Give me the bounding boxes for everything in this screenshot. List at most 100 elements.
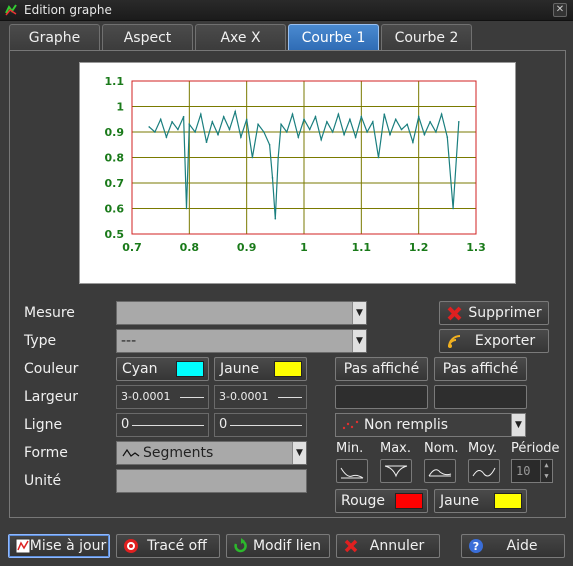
data-point <box>400 128 403 131</box>
nom-curve-icon <box>428 469 452 477</box>
min-curve-icon <box>340 467 364 479</box>
data-point <box>372 121 374 123</box>
y-tick-label: 1 <box>116 101 124 114</box>
chevron-down-icon: ▼ <box>352 302 366 324</box>
tab-axe-x[interactable]: Axe X <box>195 24 286 50</box>
data-point <box>268 144 271 146</box>
data-point <box>308 128 311 131</box>
max-header: Max. <box>380 441 412 456</box>
data-point <box>182 115 185 118</box>
forme-value: Segments <box>143 445 214 461</box>
tab-aspect[interactable]: Aspect <box>102 24 193 50</box>
modif-lien-button[interactable]: Modif lien <box>226 534 330 558</box>
close-icon[interactable]: ✕ <box>553 3 567 17</box>
rouge-button[interactable]: Rouge <box>335 489 428 513</box>
x-tick-label: 1 <box>300 241 308 254</box>
data-point <box>406 123 409 126</box>
max-button[interactable] <box>380 459 412 483</box>
tab-courbe-1[interactable]: Courbe 1 <box>288 24 379 50</box>
data-point <box>417 115 420 118</box>
data-point <box>251 156 254 159</box>
jaune-name: Jaune <box>440 493 480 509</box>
data-point <box>222 115 225 118</box>
remplissage-combo[interactable]: Non remplis ▼ <box>335 413 526 437</box>
annuler-label: Annuler <box>369 538 425 554</box>
data-point <box>228 128 231 131</box>
data-point <box>165 136 168 138</box>
largeur-1-field[interactable]: 3-0.0001 <box>116 385 209 409</box>
couleur-1-swatch <box>176 361 204 377</box>
data-point <box>194 131 196 133</box>
tab-courbe-2[interactable]: Courbe 2 <box>381 24 472 50</box>
x-tick-label: 0.8 <box>180 241 200 254</box>
periode-spinbox[interactable]: 10 ▲ ▼ <box>511 459 553 483</box>
data-point <box>360 115 363 118</box>
min-button[interactable] <box>336 459 368 483</box>
unite-input[interactable] <box>116 469 307 493</box>
chevron-down-icon: ▼ <box>352 330 366 352</box>
mise-a-jour-label: Mise à jour <box>29 538 107 554</box>
max-curve-icon <box>384 465 408 478</box>
rouge-swatch <box>395 493 423 509</box>
data-point <box>154 131 156 133</box>
couleur-1-button[interactable]: Cyan <box>116 357 209 381</box>
empty-button-1[interactable] <box>335 385 428 409</box>
data-point <box>277 156 279 159</box>
data-point <box>337 113 340 115</box>
data-point <box>303 118 305 121</box>
supprimer-button[interactable]: Supprimer <box>439 301 549 325</box>
mesure-combo[interactable]: ▼ <box>116 301 367 325</box>
nom-button[interactable] <box>424 459 456 483</box>
ligne-label: Ligne <box>24 417 63 433</box>
fill-dots-icon <box>342 420 359 430</box>
data-point <box>326 121 328 123</box>
mise-a-jour-button[interactable]: Mise à jour <box>8 534 110 558</box>
data-point <box>245 118 248 121</box>
ligne-1-field[interactable]: 0 <box>116 413 209 437</box>
data-point <box>343 133 345 136</box>
trace-off-button[interactable]: Tracé off <box>116 534 220 558</box>
couleur-2-button[interactable]: Jaune <box>214 357 307 381</box>
type-combo[interactable]: --- ▼ <box>116 329 367 353</box>
data-point <box>354 136 357 138</box>
pas-affiche-2-button[interactable]: Pas affiché <box>434 357 527 381</box>
moy-header: Moy. <box>468 441 498 456</box>
data-point <box>389 133 391 136</box>
aide-button[interactable]: ? Aide <box>461 534 565 558</box>
data-point <box>349 118 351 121</box>
data-point <box>148 126 150 128</box>
tab-graphe[interactable]: Graphe <box>9 24 100 50</box>
ligne-1-value: 0 <box>121 417 130 432</box>
aide-label: Aide <box>506 538 538 554</box>
data-point <box>412 141 414 143</box>
title-bar: Edition graphe ✕ <box>0 0 573 21</box>
data-point <box>297 136 300 138</box>
couleur-1-name: Cyan <box>122 361 158 377</box>
trace-off-label: Tracé off <box>147 538 207 554</box>
exporter-button[interactable]: Exporter <box>439 329 549 353</box>
data-point <box>440 113 443 115</box>
jaune-button[interactable]: Jaune <box>434 489 527 513</box>
annuler-button[interactable]: Annuler <box>336 534 440 558</box>
moy-button[interactable] <box>468 459 500 483</box>
ligne-2-field[interactable]: 0 <box>214 413 307 437</box>
pas-affiche-1-button[interactable]: Pas affiché <box>335 357 428 381</box>
forme-combo[interactable]: Segments ▼ <box>116 441 307 465</box>
x-tick-label: 0.9 <box>237 241 257 254</box>
largeur-2-field[interactable]: 3-0.0001 <box>214 385 307 409</box>
empty-button-2[interactable] <box>434 385 527 409</box>
y-tick-label: 0.6 <box>105 203 125 216</box>
y-tick-label: 1.1 <box>105 75 125 88</box>
rouge-name: Rouge <box>341 493 386 509</box>
chevron-down-icon: ▼ <box>292 442 306 464</box>
couleur-2-swatch <box>274 361 302 377</box>
y-tick-label: 0.7 <box>105 177 125 190</box>
spin-arrows-icon[interactable]: ▲ ▼ <box>540 460 552 482</box>
modif-lien-label: Modif lien <box>252 538 322 554</box>
min-header: Min. <box>336 441 364 456</box>
remplissage-value: Non remplis <box>364 417 449 433</box>
data-point <box>423 133 426 136</box>
jaune-swatch <box>494 493 522 509</box>
data-point <box>435 131 437 133</box>
data-point <box>217 133 219 136</box>
